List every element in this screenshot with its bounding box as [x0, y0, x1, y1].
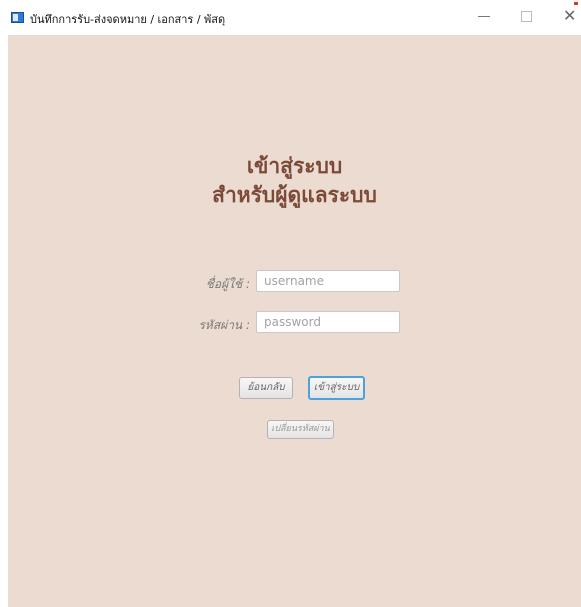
page-subtitle: สำหรับผู้ดูแลระบบ — [212, 182, 377, 207]
close-icon: ✕ — [563, 6, 577, 25]
close-button[interactable]: ✕ — [554, 4, 581, 28]
close-indicator — [574, 2, 578, 5]
app-window-icon — [11, 12, 24, 23]
change-password-button[interactable]: เปลี่ยนรหัสผ่าน — [267, 420, 334, 439]
minimize-button[interactable] — [470, 4, 500, 28]
login-panel: เข้าสู่ระบบ สำหรับผู้ดูแลระบบ ชื่อผู้ใช้… — [8, 35, 581, 607]
password-label: รหัสผ่าน : — [198, 318, 250, 332]
login-window: บันทึกการรับ-ส่งจดหมาย / เอกสาร / พัสดุ … — [0, 0, 581, 607]
window-title: บันทึกการรับ-ส่งจดหมาย / เอกสาร / พัสดุ — [30, 13, 226, 26]
username-label: ชื่อผู้ใช้ : — [205, 277, 250, 291]
username-input[interactable] — [256, 270, 400, 292]
title-bar[interactable]: บันทึกการรับ-ส่งจดหมาย / เอกสาร / พัสดุ … — [0, 0, 581, 35]
login-button[interactable]: เข้าสู่ระบบ — [308, 376, 365, 400]
maximize-button[interactable] — [512, 4, 542, 28]
back-button[interactable]: ย้อนกลับ — [239, 377, 293, 399]
password-input[interactable] — [256, 311, 400, 333]
